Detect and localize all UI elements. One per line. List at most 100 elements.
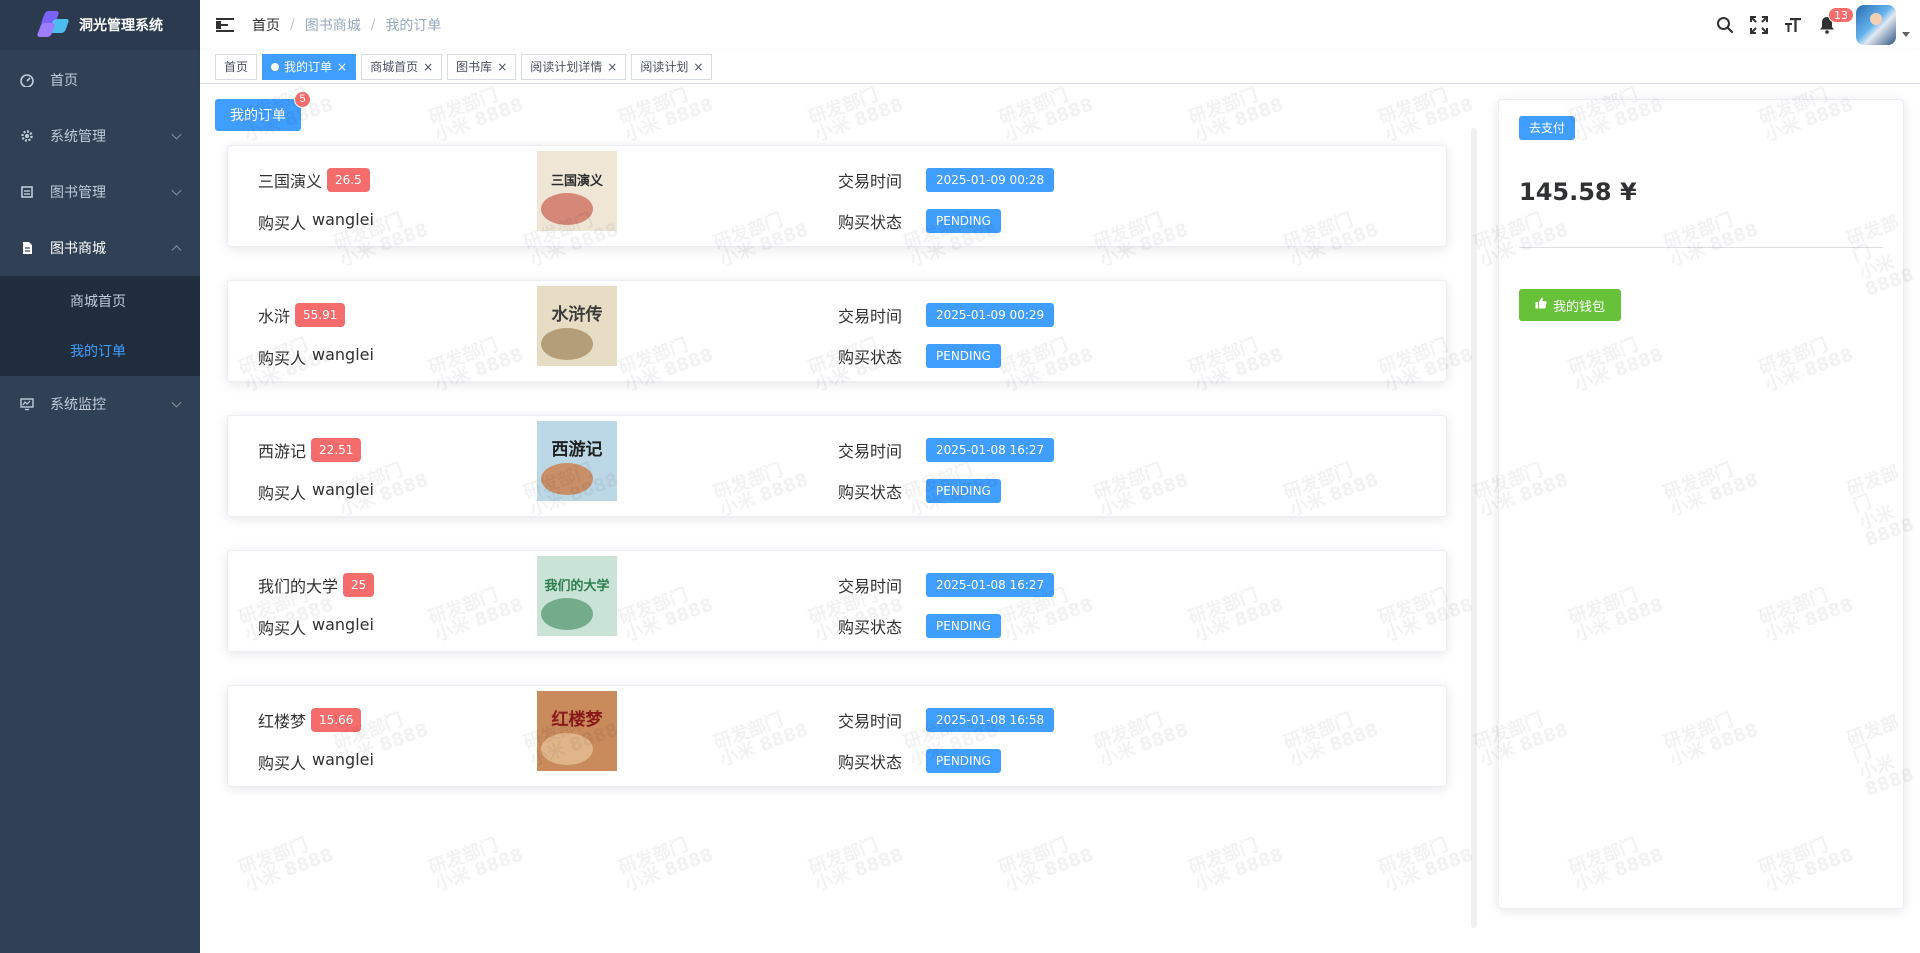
svg-text:我们的大学: 我们的大学 bbox=[544, 578, 609, 594]
chevron-down-icon bbox=[171, 129, 182, 140]
dashboard-icon bbox=[20, 73, 34, 87]
logo-icon bbox=[36, 11, 70, 39]
trade-time-tag: 2025-01-08 16:27 bbox=[926, 438, 1055, 462]
close-icon[interactable]: × bbox=[607, 60, 617, 74]
buyer-row: 购买人 wanglei bbox=[258, 210, 374, 234]
hamburger-icon[interactable] bbox=[216, 18, 234, 32]
buyer-label: 购买人 bbox=[258, 349, 307, 368]
price-tag: 55.91 bbox=[295, 303, 346, 327]
wallet-card: 去支付 145.58 ¥ 我的钱包 bbox=[1498, 99, 1904, 909]
tab-book-library[interactable]: 图书库 × bbox=[447, 53, 517, 80]
sidebar-item-books[interactable]: 图书管理 bbox=[0, 164, 200, 220]
order-card: 水浒 55.91 购买人 wanglei 水浒传 交易时间 2025-01-09… bbox=[227, 280, 1447, 382]
book-cover-art: 红楼梦 bbox=[537, 691, 617, 771]
sidebar-item-label: 系统管理 bbox=[50, 129, 106, 145]
order-card: 三国演义 26.5 购买人 wanglei 三国演义 交易时间 2025-01-… bbox=[227, 145, 1447, 247]
wallet-amount: 145.58 ¥ bbox=[1519, 178, 1637, 206]
status-badge: PENDING bbox=[926, 479, 1001, 503]
book-cover-image: 三国演义 bbox=[537, 151, 617, 231]
sidebar-item-label: 首页 bbox=[50, 73, 78, 89]
app-logo[interactable]: 洞光管理系统 bbox=[0, 0, 200, 50]
sidebar-item-monitor[interactable]: 系统监控 bbox=[0, 376, 200, 432]
tab-label: 商城首页 bbox=[370, 60, 419, 74]
status-label: 购买状态 bbox=[838, 618, 903, 637]
chevron-down-icon bbox=[171, 397, 182, 408]
monitor-icon bbox=[20, 397, 34, 411]
close-icon[interactable]: × bbox=[497, 60, 507, 74]
trade-time-tag: 2025-01-09 00:29 bbox=[926, 303, 1055, 327]
book-cover-art: 三国演义 bbox=[537, 151, 617, 231]
tab-home[interactable]: 首页 bbox=[215, 53, 258, 80]
sidebar-item-label: 图书商城 bbox=[50, 241, 106, 257]
book-cover-image: 我们的大学 bbox=[537, 556, 617, 636]
price-tag: 22.51 bbox=[311, 438, 362, 462]
close-icon[interactable]: × bbox=[423, 60, 433, 74]
tab-reading-plan[interactable]: 阅读计划 × bbox=[631, 53, 713, 80]
chevron-up-icon bbox=[171, 245, 182, 256]
buyer-label: 购买人 bbox=[258, 484, 307, 503]
sidebar-submenu: 商城首页 我的订单 bbox=[0, 276, 200, 376]
tab-label: 我的订单 bbox=[284, 60, 333, 74]
gear-icon bbox=[20, 129, 34, 143]
tab-reading-plan-detail[interactable]: 阅读计划详情 × bbox=[521, 53, 627, 80]
close-icon[interactable]: × bbox=[337, 60, 347, 74]
status-badge: PENDING bbox=[926, 614, 1001, 638]
status-badge: PENDING bbox=[926, 344, 1001, 368]
book-cover-art: 我们的大学 bbox=[537, 556, 617, 636]
caret-down-icon bbox=[1902, 31, 1910, 37]
book-title: 三国演义 bbox=[258, 172, 323, 191]
pay-button[interactable]: 去支付 bbox=[1519, 116, 1576, 140]
trade-time-label: 交易时间 bbox=[838, 307, 903, 326]
tab-my-orders[interactable]: 我的订单 × bbox=[262, 53, 357, 80]
breadcrumb-home[interactable]: 首页 bbox=[252, 15, 280, 35]
book-cover-image: 水浒传 bbox=[537, 286, 617, 366]
tab-label: 首页 bbox=[224, 60, 249, 74]
user-menu[interactable] bbox=[1856, 5, 1910, 45]
buyer-name: wanglei bbox=[312, 615, 374, 634]
buyer-row: 购买人 wanglei bbox=[258, 615, 374, 639]
buyer-row: 购买人 wanglei bbox=[258, 480, 374, 504]
tab-store-home[interactable]: 商城首页 × bbox=[361, 53, 443, 80]
book-cover-image: 西游记 bbox=[537, 421, 617, 501]
orders-count-badge: 5 bbox=[294, 91, 311, 108]
svg-text:水浒传: 水浒传 bbox=[552, 304, 603, 325]
svg-text:三国演义: 三国演义 bbox=[551, 173, 604, 189]
navbar-actions: 13 bbox=[1708, 0, 1910, 50]
book-title: 水浒 bbox=[258, 307, 291, 326]
sidebar-item-system[interactable]: 系统管理 bbox=[0, 108, 200, 164]
my-wallet-button[interactable]: 我的钱包 bbox=[1519, 289, 1622, 321]
sidebar-item-bookstore[interactable]: 图书商城 bbox=[0, 220, 200, 276]
book-title: 我们的大学 bbox=[258, 577, 339, 596]
status-label: 购买状态 bbox=[838, 348, 903, 367]
svg-text:西游记: 西游记 bbox=[552, 439, 603, 460]
breadcrumb-separator: / bbox=[370, 17, 376, 33]
trade-time-label: 交易时间 bbox=[838, 172, 903, 191]
divider bbox=[1519, 247, 1883, 248]
scrollbar[interactable] bbox=[1471, 128, 1477, 928]
close-icon[interactable]: × bbox=[693, 60, 703, 74]
sidebar-item-label: 图书管理 bbox=[50, 185, 106, 201]
sidebar-item-home[interactable]: 首页 bbox=[0, 52, 200, 108]
buyer-label: 购买人 bbox=[258, 619, 307, 638]
active-dot-icon bbox=[271, 62, 280, 71]
app-title: 洞光管理系统 bbox=[79, 18, 163, 34]
my-orders-button[interactable]: 我的订单 5 bbox=[215, 91, 311, 131]
top-navbar: 首页 / 图书商城 / 我的订单 13 bbox=[200, 0, 1920, 50]
sidebar-item-my-orders[interactable]: 我的订单 bbox=[0, 326, 200, 376]
breadcrumb-bookstore[interactable]: 图书商城 bbox=[305, 15, 361, 35]
search-icon[interactable] bbox=[1708, 0, 1742, 50]
order-title-row: 三国演义 26.5 bbox=[258, 168, 370, 192]
fullscreen-icon[interactable] bbox=[1742, 0, 1776, 50]
avatar[interactable] bbox=[1856, 5, 1896, 45]
trade-time-label: 交易时间 bbox=[838, 442, 903, 461]
buyer-row: 购买人 wanglei bbox=[258, 750, 374, 774]
bell-icon[interactable]: 13 bbox=[1810, 0, 1854, 50]
trade-time-tag: 2025-01-09 00:28 bbox=[926, 168, 1055, 192]
trade-time-label: 交易时间 bbox=[838, 712, 903, 731]
status-label: 购买状态 bbox=[838, 483, 903, 502]
tags-view: 首页 我的订单 × 商城首页 × 图书库 × 阅读计划详情 × 阅读计划 × bbox=[200, 50, 1920, 84]
order-card: 我们的大学 25 购买人 wanglei 我们的大学 交易时间 2025-01-… bbox=[227, 550, 1447, 652]
order-title-row: 水浒 55.91 bbox=[258, 303, 346, 327]
sidebar-item-store-home[interactable]: 商城首页 bbox=[0, 276, 200, 326]
font-size-icon[interactable] bbox=[1776, 0, 1810, 50]
